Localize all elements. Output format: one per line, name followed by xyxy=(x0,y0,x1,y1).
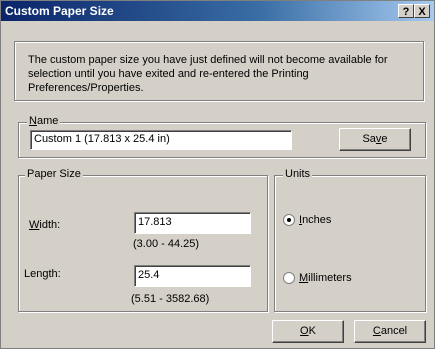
name-group: Name Custom 1 (17.813 x 25.4 in) Save xyxy=(18,115,426,158)
name-group-label: Name xyxy=(27,115,61,127)
width-input[interactable]: 17.813 xyxy=(134,212,251,234)
ok-button[interactable]: OK xyxy=(272,320,344,343)
units-group-label: Units xyxy=(283,168,313,180)
inches-label[interactable]: Inches xyxy=(299,214,331,226)
cancel-button[interactable]: Cancel xyxy=(354,320,426,343)
selected-radio-dot xyxy=(287,218,291,222)
length-input[interactable]: 25.4 xyxy=(134,265,251,287)
info-message: The custom paper size you have just defi… xyxy=(28,54,388,94)
name-field[interactable]: Custom 1 (17.813 x 25.4 in) xyxy=(30,130,292,150)
width-label: Width: xyxy=(29,219,61,231)
custom-paper-size-dialog: Custom Paper Size ? X The custom paper s… xyxy=(0,0,435,349)
save-button[interactable]: Save xyxy=(339,128,411,151)
millimeters-label[interactable]: Millimeters xyxy=(299,272,352,284)
info-panel: The custom paper size you have just defi… xyxy=(14,41,424,101)
close-button[interactable]: X xyxy=(414,4,430,18)
paper-size-group: Paper Size Width: 17.813 (3.00 - 44.25) … xyxy=(18,168,268,312)
paper-size-group-label: Paper Size xyxy=(25,168,83,180)
units-group: Units Inches Millimeters xyxy=(274,168,426,312)
dialog-title: Custom Paper Size xyxy=(5,4,114,18)
help-button[interactable]: ? xyxy=(398,4,414,18)
width-range: (3.00 - 44.25) xyxy=(133,238,200,250)
millimeters-radio[interactable] xyxy=(283,272,295,284)
inches-radio[interactable] xyxy=(283,214,295,226)
title-bar[interactable]: Custom Paper Size ? X xyxy=(1,1,434,21)
length-label: Length: xyxy=(24,268,61,280)
length-range: (5.51 - 3582.68) xyxy=(131,293,210,305)
